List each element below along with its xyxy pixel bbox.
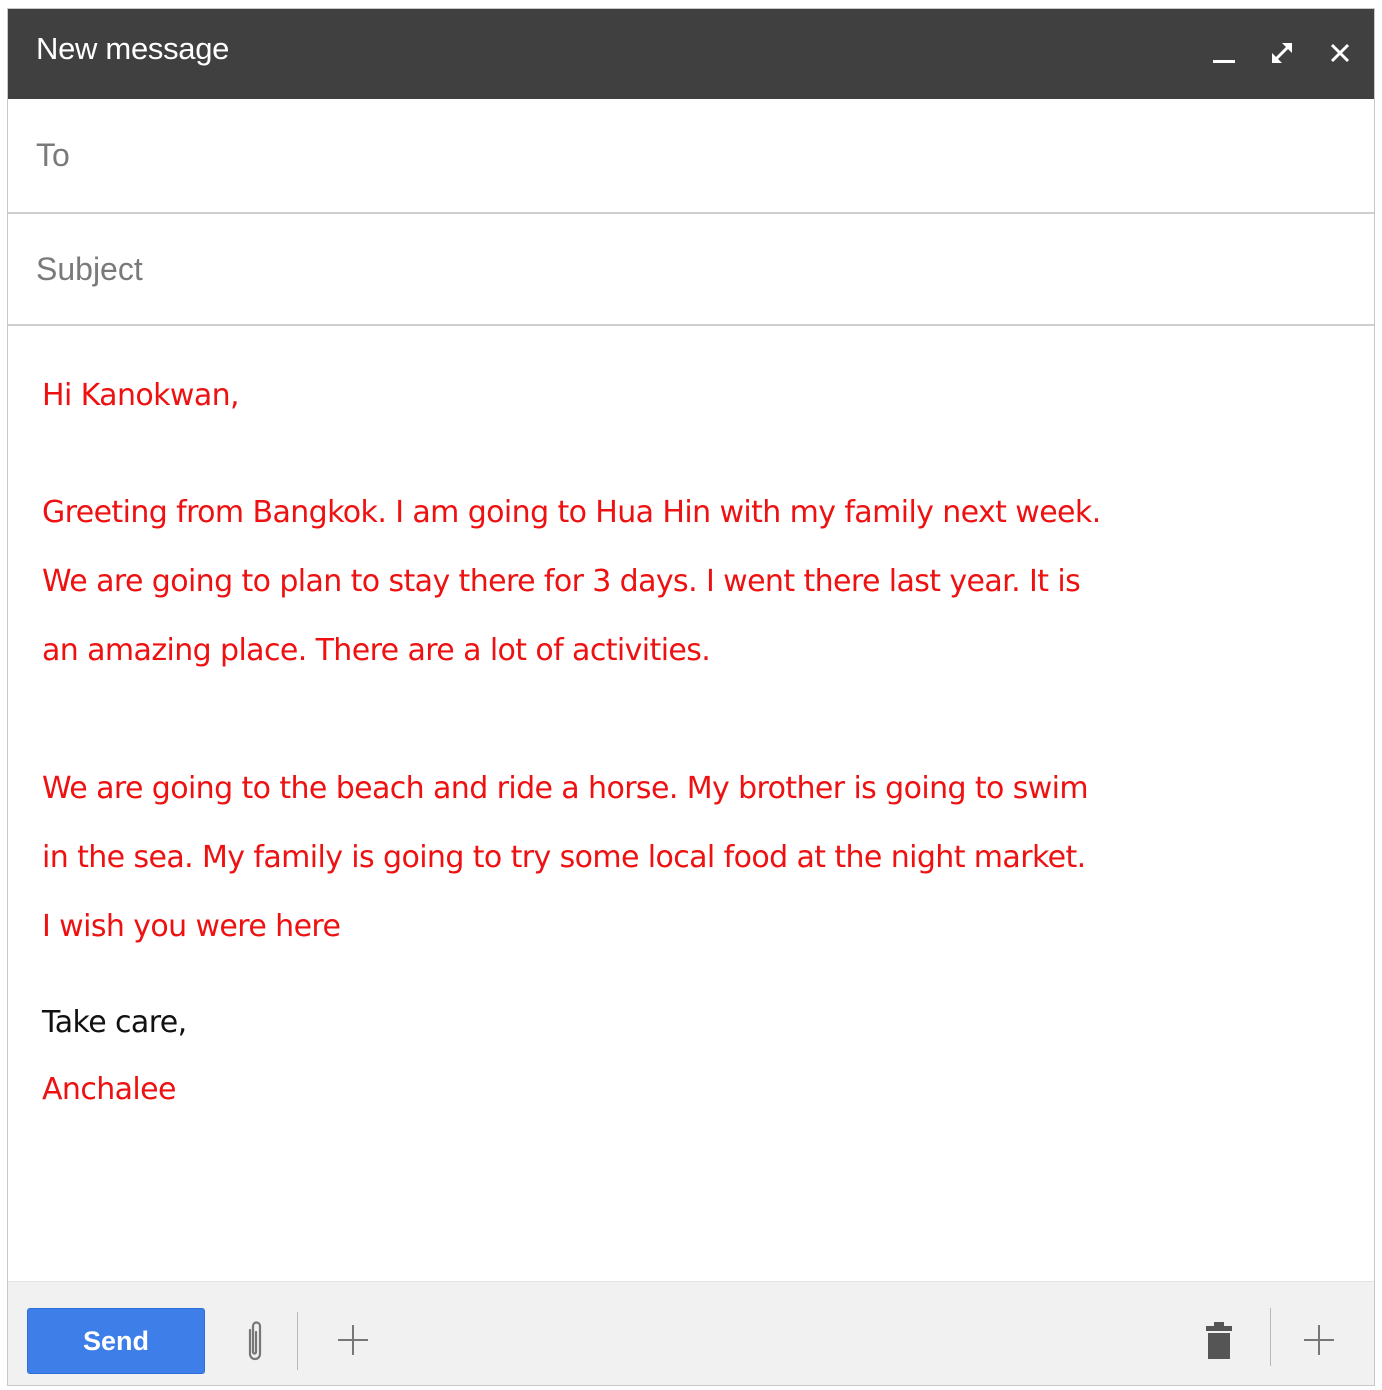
subject-row (8, 214, 1374, 326)
window-title: New message (36, 31, 230, 66)
send-button[interactable]: Send (27, 1308, 205, 1374)
closing-text: Take care, (42, 1005, 187, 1040)
attach-icon[interactable] (240, 1312, 270, 1372)
close-icon[interactable] (1324, 37, 1356, 69)
footer-divider (297, 1312, 298, 1370)
body-line: I wish you were here (42, 909, 341, 944)
title-bar: New message (8, 9, 1374, 99)
to-input[interactable] (36, 99, 1336, 212)
paragraph-2: We are going to the beach and ride a hor… (42, 754, 1352, 961)
body-line: We are going to plan to stay there for 3… (42, 564, 1081, 599)
body-line: We are going to the beach and ride a hor… (42, 771, 1089, 806)
trash-icon[interactable] (1203, 1318, 1235, 1362)
footer-divider-right (1270, 1308, 1271, 1366)
body-line: in the sea. My family is going to try so… (42, 840, 1086, 875)
compose-footer: Send (8, 1281, 1374, 1385)
paragraph-1: Greeting from Bangkok. I am going to Hua… (42, 478, 1352, 685)
to-row (8, 99, 1374, 214)
compose-window: New message H (7, 8, 1375, 1386)
signature-text: Anchalee (42, 1072, 176, 1107)
minimize-icon[interactable] (1208, 37, 1240, 69)
more-options-plus-icon[interactable] (1299, 1320, 1339, 1360)
body-line: an amazing place. There are a lot of act… (42, 633, 711, 668)
greeting-text: Hi Kanokwan, (42, 378, 240, 413)
message-body[interactable]: Hi Kanokwan, Greeting from Bangkok. I am… (42, 361, 1352, 1119)
window-controls (1208, 33, 1356, 73)
subject-input[interactable] (36, 214, 1336, 324)
body-line: Greeting from Bangkok. I am going to Hua… (42, 495, 1101, 530)
plus-icon[interactable] (333, 1320, 373, 1360)
expand-icon[interactable] (1266, 37, 1298, 69)
